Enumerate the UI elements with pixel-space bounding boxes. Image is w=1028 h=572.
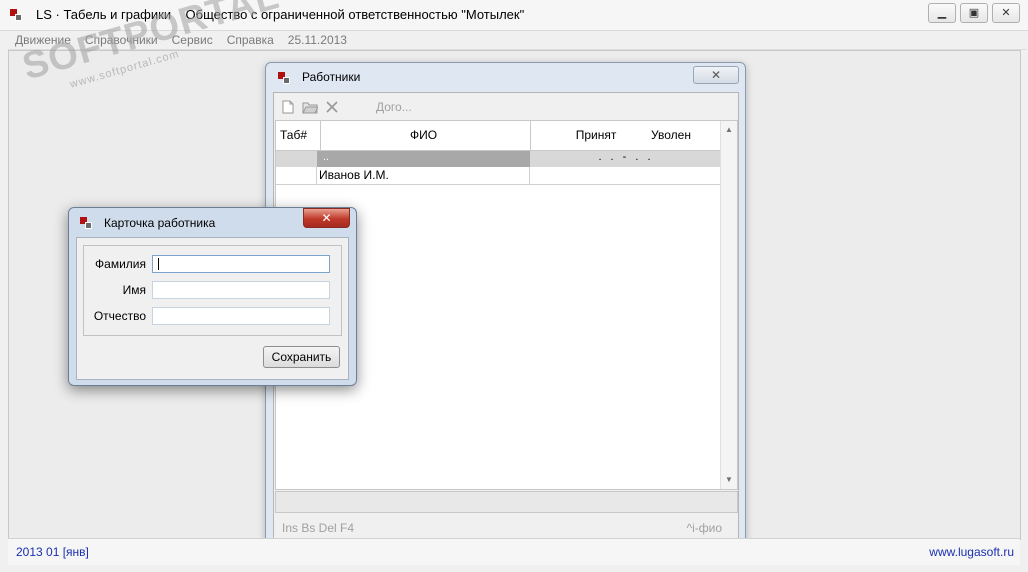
delete-x-icon[interactable] — [324, 99, 340, 115]
close-button[interactable]: ✕ — [992, 3, 1020, 23]
minimize-button[interactable]: ▁ — [928, 3, 956, 23]
close-icon: ✕ — [321, 211, 332, 225]
employee-card-dialog: Карточка работника ✕ Фамилия Имя Отчеств… — [68, 207, 357, 386]
column-header-fio[interactable]: ФИО — [317, 121, 531, 150]
text-caret — [158, 258, 159, 270]
main-titlebar: LS · Табель и графики Общество с огранич… — [0, 0, 1028, 31]
keyboard-hints: Ins Bs Del F4 — [282, 521, 355, 535]
selected-row-dates: . . - . . — [598, 151, 654, 163]
restore-icon: ▣ — [968, 6, 980, 19]
website-link[interactable]: www.lugasoft.ru — [929, 545, 1014, 559]
card-content: Фамилия Имя Отчество Сохранить — [76, 237, 349, 380]
column-header-fired[interactable]: Уволен — [636, 121, 706, 150]
column-header-tab[interactable]: Таб# — [276, 121, 321, 150]
scroll-down-icon[interactable]: ▼ — [721, 473, 737, 487]
new-document-icon[interactable] — [280, 99, 296, 115]
search-mode-hint: ^i-фио — [686, 521, 722, 535]
grid-scrollbar[interactable]: ▲ ▼ — [720, 121, 737, 489]
table-row-selected[interactable]: .. . . - . . — [276, 151, 721, 167]
menu-item-references[interactable]: Справочники — [85, 33, 158, 47]
menu-item-service[interactable]: Сервис — [172, 33, 213, 47]
workers-toolbar: Дого... — [280, 97, 412, 117]
column-header-hired[interactable]: Принят — [556, 121, 636, 150]
toolbar-contract-label[interactable]: Дого... — [376, 100, 412, 114]
window-controls: ▁ ▣ ✕ — [928, 3, 1020, 23]
card-window-icon — [80, 217, 92, 229]
app-icon — [10, 9, 22, 21]
table-row[interactable]: Иванов И.М. — [276, 167, 721, 185]
open-folder-icon[interactable] — [302, 99, 318, 115]
grid-header: Таб# ФИО Принят Уволен — [276, 121, 721, 151]
close-icon: ✕ — [1001, 6, 1011, 19]
restore-button[interactable]: ▣ — [960, 3, 988, 23]
card-fields-group: Фамилия Имя Отчество — [83, 245, 342, 336]
patronymic-label: Отчество — [93, 309, 146, 323]
save-button[interactable]: Сохранить — [263, 346, 340, 368]
menu-date: 25.11.2013 — [287, 33, 347, 47]
menu-bar: Движение Справочники Сервис Справка 25.1… — [8, 31, 1027, 50]
first-name-label: Имя — [122, 283, 146, 297]
row-fio-cell: Иванов И.М. — [317, 167, 530, 184]
last-name-label: Фамилия — [95, 257, 146, 271]
first-name-field[interactable] — [152, 281, 330, 299]
minimize-icon: ▁ — [937, 6, 947, 19]
workers-window-icon — [278, 72, 290, 84]
card-close-button[interactable]: ✕ — [303, 208, 350, 228]
status-bar: 2013 01 [янв] www.lugasoft.ru — [8, 538, 1020, 565]
card-dialog-title: Карточка работника — [104, 216, 216, 230]
selected-row-fio: .. — [317, 151, 530, 167]
scroll-up-icon[interactable]: ▲ — [721, 123, 737, 137]
window-title: LS · Табель и графики Общество с огранич… — [36, 7, 525, 22]
row-tab-cell — [276, 167, 317, 184]
menu-item-movement[interactable]: Движение — [15, 33, 71, 47]
patronymic-field[interactable] — [152, 307, 330, 325]
menu-item-help[interactable]: Справка — [227, 33, 274, 47]
last-name-field[interactable] — [152, 255, 330, 273]
workers-window-title: Работники — [302, 70, 361, 84]
close-icon: ✕ — [710, 68, 722, 82]
workers-close-button[interactable]: ✕ — [693, 66, 739, 84]
workers-filter-field[interactable] — [275, 491, 738, 513]
period-indicator[interactable]: 2013 01 [янв] — [16, 545, 89, 559]
